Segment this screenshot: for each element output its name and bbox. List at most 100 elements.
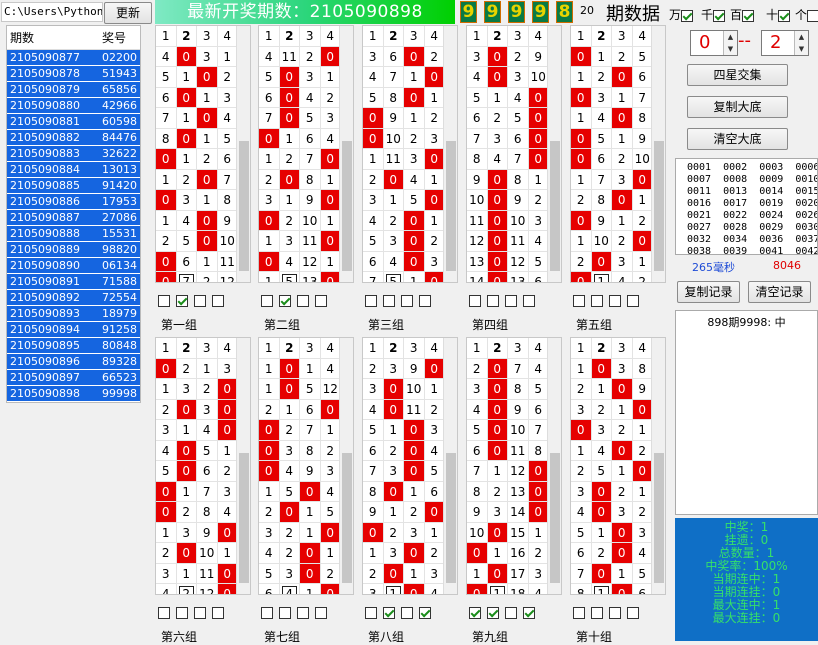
- record-log[interactable]: 898期9998: 中: [675, 310, 818, 515]
- checkbox-icon[interactable]: [505, 606, 517, 619]
- history-row[interactable]: 2105090894 91258: [7, 322, 140, 338]
- checkbox-icon[interactable]: [383, 294, 395, 307]
- scrollbar[interactable]: [236, 26, 250, 282]
- history-row[interactable]: 2105090878 51943: [7, 66, 140, 82]
- scrollbar-thumb[interactable]: [239, 453, 249, 583]
- periods-count[interactable]: 20: [580, 4, 594, 17]
- checkbox-icon[interactable]: [383, 606, 395, 619]
- checkbox-icon[interactable]: [297, 606, 309, 619]
- scrollbar-thumb[interactable]: [550, 453, 560, 583]
- history-row[interactable]: 2105090891 71588: [7, 274, 140, 290]
- scrollbar[interactable]: [443, 338, 457, 594]
- history-row[interactable]: 2105090890 06134: [7, 258, 140, 274]
- checkbox-icon[interactable]: [297, 294, 309, 307]
- checkbox-icon[interactable]: [176, 606, 188, 619]
- checkbox-icon[interactable]: [315, 606, 327, 619]
- spin-arrows-icon[interactable]: ▲ ▼: [723, 31, 737, 55]
- history-row[interactable]: 2105090886 17953: [7, 194, 140, 210]
- history-row[interactable]: 2105090884 13013: [7, 162, 140, 178]
- checkbox-icon[interactable]: [158, 606, 170, 619]
- copy-base-button[interactable]: 复制大底: [687, 96, 788, 118]
- spin-max[interactable]: 2 ▲ ▼: [761, 30, 809, 56]
- position-toggle-0[interactable]: 万: [669, 6, 694, 23]
- checkbox-icon[interactable]: [807, 9, 818, 22]
- history-row[interactable]: 2105090893 18979: [7, 306, 140, 322]
- history-row[interactable]: 2105090879 65856: [7, 82, 140, 98]
- scrollbar[interactable]: [443, 26, 457, 282]
- checkbox-icon[interactable]: [279, 294, 291, 307]
- checkbox-icon[interactable]: [627, 294, 639, 307]
- checkbox-icon[interactable]: [573, 606, 585, 619]
- history-row[interactable]: 2105090888 15531: [7, 226, 140, 242]
- scrollbar[interactable]: [339, 26, 353, 282]
- checkbox-icon[interactable]: [609, 294, 621, 307]
- checkbox-icon[interactable]: [469, 294, 481, 307]
- history-row[interactable]: 2105090896 89328: [7, 354, 140, 370]
- position-toggle-4[interactable]: 个: [795, 6, 818, 23]
- checkbox-icon[interactable]: [591, 294, 603, 307]
- spin-arrows-icon[interactable]: ▲ ▼: [794, 31, 808, 55]
- checkbox-icon[interactable]: [681, 9, 694, 22]
- checkbox-icon[interactable]: [573, 294, 585, 307]
- checkbox-icon[interactable]: [212, 294, 224, 307]
- history-row[interactable]: 2105090897 66523: [7, 370, 140, 386]
- history-row[interactable]: 2105090882 84476: [7, 130, 140, 146]
- position-toggle-1[interactable]: 千: [701, 6, 726, 23]
- checkbox-icon[interactable]: [487, 294, 499, 307]
- scrollbar[interactable]: [651, 26, 665, 282]
- update-button[interactable]: 更新: [104, 2, 152, 24]
- scrollbar-thumb[interactable]: [550, 141, 560, 271]
- checkbox-icon[interactable]: [401, 294, 413, 307]
- history-row[interactable]: 2105090889 98820: [7, 242, 140, 258]
- checkbox-icon[interactable]: [591, 606, 603, 619]
- history-row[interactable]: 2105090877 02200: [7, 50, 140, 66]
- scrollbar-thumb[interactable]: [239, 141, 249, 271]
- checkbox-icon[interactable]: [176, 294, 188, 307]
- clear-record-button[interactable]: 清空记录: [748, 281, 811, 303]
- checkbox-icon[interactable]: [627, 606, 639, 619]
- scrollbar-thumb[interactable]: [342, 141, 352, 271]
- checkbox-icon[interactable]: [261, 294, 273, 307]
- checkbox-icon[interactable]: [505, 294, 517, 307]
- checkbox-icon[interactable]: [419, 606, 431, 619]
- clear-base-button[interactable]: 清空大底: [687, 128, 788, 150]
- history-row[interactable]: 2105090883 32622: [7, 146, 140, 162]
- checkbox-icon[interactable]: [315, 294, 327, 307]
- checkbox-icon[interactable]: [469, 606, 481, 619]
- history-row[interactable]: 2105090880 42966: [7, 98, 140, 114]
- history-row[interactable]: 2105090885 91420: [7, 178, 140, 194]
- checkbox-icon[interactable]: [365, 606, 377, 619]
- checkbox-icon[interactable]: [261, 606, 273, 619]
- intersect-button[interactable]: 四星交集: [687, 64, 788, 86]
- position-toggle-2[interactable]: 百: [730, 6, 755, 23]
- scrollbar-thumb[interactable]: [446, 453, 456, 583]
- spin-min[interactable]: 0 ▲ ▼: [690, 30, 738, 56]
- history-row[interactable]: 2105090892 72554: [7, 290, 140, 306]
- copy-record-button[interactable]: 复制记录: [677, 281, 740, 303]
- path-field[interactable]: C:\Users\Python\: [1, 2, 103, 22]
- scrollbar[interactable]: [236, 338, 250, 594]
- checkbox-icon[interactable]: [523, 294, 535, 307]
- scrollbar-thumb[interactable]: [654, 141, 664, 271]
- scrollbar[interactable]: [651, 338, 665, 594]
- scrollbar-thumb[interactable]: [446, 141, 456, 271]
- scrollbar[interactable]: [547, 26, 561, 282]
- checkbox-icon[interactable]: [778, 9, 791, 22]
- checkbox-icon[interactable]: [523, 606, 535, 619]
- checkbox-icon[interactable]: [742, 9, 755, 22]
- checkbox-icon[interactable]: [365, 294, 377, 307]
- checkbox-icon[interactable]: [419, 294, 431, 307]
- scrollbar[interactable]: [339, 338, 353, 594]
- checkbox-icon[interactable]: [158, 294, 170, 307]
- history-row[interactable]: 2105090895 80848: [7, 338, 140, 354]
- checkbox-icon[interactable]: [194, 294, 206, 307]
- checkbox-icon[interactable]: [487, 606, 499, 619]
- position-toggle-3[interactable]: 十: [766, 6, 791, 23]
- history-row[interactable]: 2105090887 27086: [7, 210, 140, 226]
- number-list[interactable]: 0001 0002 0003 0006 0007 0008 0009 0010 …: [675, 158, 818, 255]
- history-row[interactable]: 2105090898 99998: [7, 386, 140, 402]
- checkbox-icon[interactable]: [194, 606, 206, 619]
- scrollbar[interactable]: [547, 338, 561, 594]
- history-row[interactable]: 2105090881 60598: [7, 114, 140, 130]
- scrollbar-thumb[interactable]: [342, 453, 352, 583]
